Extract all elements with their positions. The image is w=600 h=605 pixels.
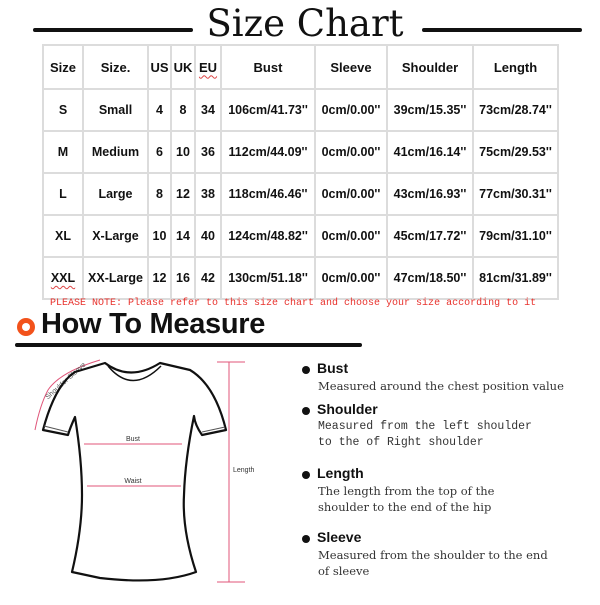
table-cell: 81cm/31.89'': [472, 256, 559, 300]
table-cell: 0cm/0.00'': [314, 256, 388, 300]
table-cell: 106cm/41.73'': [220, 88, 316, 132]
table-cell: 79cm/31.10'': [472, 214, 559, 258]
table-row: XL X-Large 10 14 40 124cm/48.82'' 0cm/0.…: [42, 214, 559, 258]
table-cell: 118cm/46.46'': [220, 172, 316, 216]
table-cell: 36: [194, 130, 222, 174]
table-cell: 0cm/0.00'': [314, 130, 388, 174]
table-cell: M: [42, 130, 84, 174]
page-title: Size Chart: [206, 2, 404, 45]
table-cell: 10: [147, 214, 172, 258]
column-header: UK: [170, 44, 196, 90]
table-row: L Large 8 12 38 118cm/46.46'' 0cm/0.00''…: [42, 172, 559, 216]
measure-item-desc: Measured from the left shoulder to the o…: [318, 420, 532, 449]
table-cell: Small: [82, 88, 149, 132]
table-cell: 73cm/28.74'': [472, 88, 559, 132]
table-cell: 77cm/30.31'': [472, 172, 559, 216]
measure-item-name: Shoulder: [317, 401, 378, 417]
table-cell: 10: [170, 130, 196, 174]
table-cell: Medium: [82, 130, 149, 174]
table-cell: 39cm/15.35'': [386, 88, 474, 132]
table-cell: 124cm/48.82'': [220, 214, 316, 258]
measure-item-desc: Measured around the chest position value: [318, 379, 564, 393]
table-cell: 16: [170, 256, 196, 300]
size-table: Size Size. US UK EU Bust Sleeve Shoulder…: [42, 44, 559, 300]
column-header: Length: [472, 44, 559, 90]
ring-bullet-icon: [17, 318, 35, 336]
table-cell: 75cm/29.53'': [472, 130, 559, 174]
table-cell: Large: [82, 172, 149, 216]
section-title: How To Measure: [41, 308, 266, 340]
table-cell: 42: [194, 256, 222, 300]
table-cell: S: [42, 88, 84, 132]
table-cell: 0cm/0.00'': [314, 172, 388, 216]
column-header-eu: EU: [198, 59, 218, 75]
table-cell: XX-Large: [82, 256, 149, 300]
title-rule-right: [422, 28, 582, 32]
table-cell-text: XXL: [50, 271, 76, 285]
table-cell: 8: [170, 88, 196, 132]
table-cell: 14: [170, 214, 196, 258]
size-chart-header: Size Chart: [0, 2, 600, 45]
table-cell: 43cm/16.93'': [386, 172, 474, 216]
measure-item-name: Length: [317, 465, 364, 481]
column-header: Bust: [220, 44, 316, 90]
table-cell: 40: [194, 214, 222, 258]
column-header: Size: [42, 44, 84, 90]
column-header: Shoulder: [386, 44, 474, 90]
table-cell: 38: [194, 172, 222, 216]
measure-item-name: Sleeve: [317, 529, 362, 545]
tshirt-diagram: Shoulder Sleeve Bust Waist Length: [0, 350, 290, 600]
table-row: XXL XX-Large 12 16 42 130cm/51.18'' 0cm/…: [42, 256, 559, 300]
bust-label: Bust: [126, 436, 140, 443]
table-cell: 112cm/44.09'': [220, 130, 316, 174]
table-row: S Small 4 8 34 106cm/41.73'' 0cm/0.00'' …: [42, 88, 559, 132]
table-cell: 0cm/0.00'': [314, 88, 388, 132]
table-cell: 12: [147, 256, 172, 300]
table-header-row: Size Size. US UK EU Bust Sleeve Shoulder…: [42, 44, 559, 90]
section-rule: [15, 343, 362, 347]
measure-item-desc: Measured from the shoulder to the end of…: [318, 548, 548, 578]
table-cell: X-Large: [82, 214, 149, 258]
table-cell: 41cm/16.14'': [386, 130, 474, 174]
measure-item-desc: The length from the top of the shoulder …: [318, 484, 495, 514]
title-rule-left: [33, 28, 193, 32]
waist-label: Waist: [124, 478, 141, 485]
column-header: US: [147, 44, 172, 90]
table-cell: 130cm/51.18'': [220, 256, 316, 300]
table-row: M Medium 6 10 36 112cm/44.09'' 0cm/0.00'…: [42, 130, 559, 174]
table-cell: L: [42, 172, 84, 216]
table-cell: 12: [170, 172, 196, 216]
column-header: Size.: [82, 44, 149, 90]
measure-item-name: Bust: [317, 360, 349, 376]
bullet-dot-icon: [302, 535, 310, 543]
column-header: EU: [194, 44, 222, 90]
table-cell: 45cm/17.72'': [386, 214, 474, 258]
table-cell: 34: [194, 88, 222, 132]
bullet-dot-icon: [302, 366, 310, 374]
bullet-dot-icon: [302, 471, 310, 479]
table-cell: XXL: [42, 256, 84, 300]
tshirt-illustration: Shoulder Sleeve Bust Waist Length: [34, 359, 255, 583]
table-cell: 8: [147, 172, 172, 216]
column-header: Sleeve: [314, 44, 388, 90]
table-cell: 0cm/0.00'': [314, 214, 388, 258]
shirt-outline: [41, 361, 228, 582]
table-cell: XL: [42, 214, 84, 258]
table-cell: 6: [147, 130, 172, 174]
table-cell: 4: [147, 88, 172, 132]
table-cell: 47cm/18.50'': [386, 256, 474, 300]
length-label: Length: [233, 467, 255, 474]
bullet-dot-icon: [302, 407, 310, 415]
